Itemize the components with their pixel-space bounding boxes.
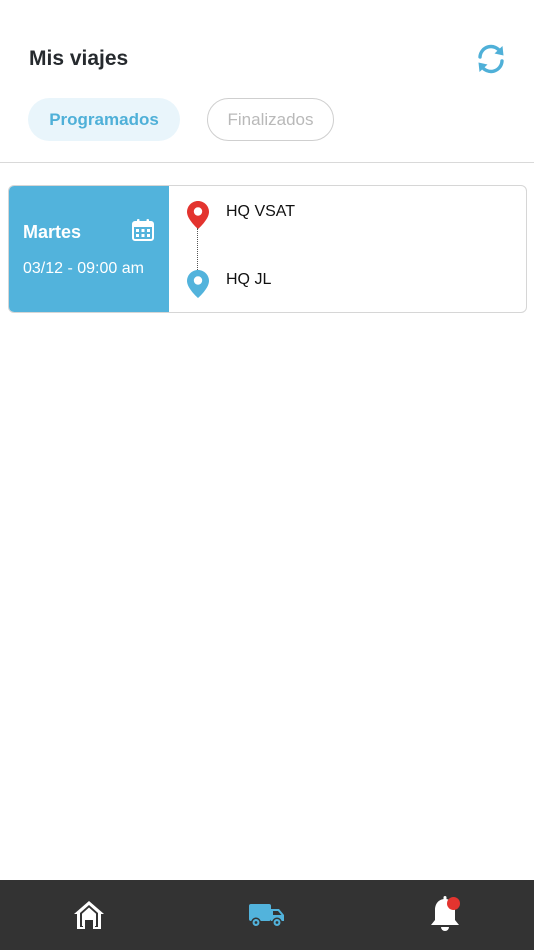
destination-label: HQ JL bbox=[226, 271, 272, 288]
trip-route: HQ VSAT HQ JL bbox=[169, 186, 526, 312]
tab-finalizados[interactable]: Finalizados bbox=[207, 98, 334, 141]
route-line bbox=[197, 228, 198, 270]
origin-pin-icon bbox=[187, 201, 209, 229]
bottom-nav bbox=[0, 880, 534, 950]
trip-datetime: 03/12 - 09:00 am bbox=[23, 260, 144, 277]
notification-badge bbox=[447, 897, 460, 910]
trip-day: Martes bbox=[23, 222, 82, 242]
truck-icon bbox=[249, 904, 284, 928]
header: Mis viajes bbox=[0, 0, 534, 100]
calendar-icon bbox=[132, 219, 154, 241]
destination-pin-icon bbox=[187, 270, 209, 298]
page-title: Mis viajes bbox=[29, 47, 129, 70]
home-icon bbox=[74, 901, 104, 929]
nav-home[interactable] bbox=[29, 880, 149, 950]
refresh-icon bbox=[478, 44, 504, 74]
tab-programados[interactable]: Programados bbox=[28, 98, 180, 141]
refresh-button[interactable] bbox=[474, 42, 508, 76]
trip-tabs: Programados Finalizados bbox=[0, 98, 534, 142]
bell-wrapper bbox=[427, 895, 463, 935]
nav-trips[interactable] bbox=[207, 880, 327, 950]
nav-notifications[interactable] bbox=[385, 880, 505, 950]
divider bbox=[0, 162, 534, 163]
trip-date-panel: Martes 03/12 - 09:00 am bbox=[9, 186, 169, 312]
trip-card[interactable]: Martes 03/12 - 09:00 am HQ VSAT HQ JL bbox=[8, 185, 527, 313]
origin-label: HQ VSAT bbox=[226, 203, 296, 220]
